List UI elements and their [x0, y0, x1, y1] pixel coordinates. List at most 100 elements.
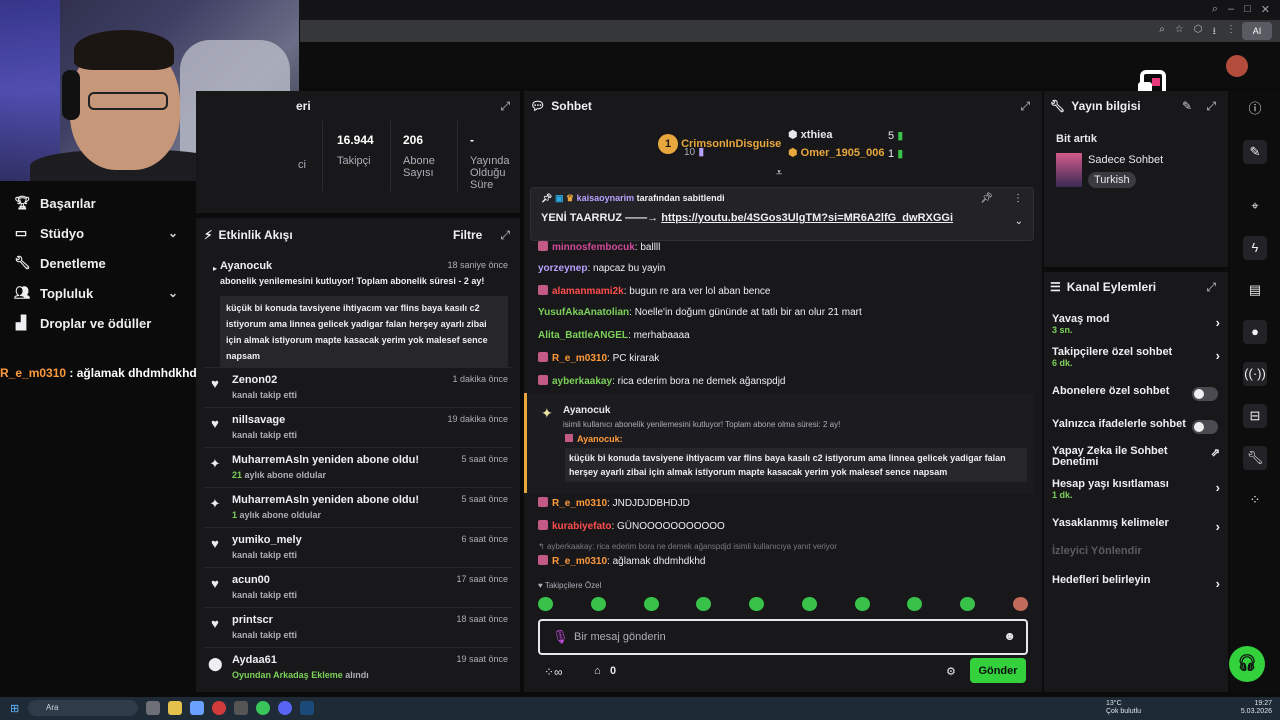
lightning-icon[interactable]: ϟ: [1243, 236, 1267, 260]
sidebar-item-moderation[interactable]: 🔧︎ Denetleme: [0, 248, 196, 278]
leaderboard-third[interactable]: ⬢ Omer_1905_006: [788, 146, 884, 159]
chat-message[interactable]: R_e_m0310: PC kirarak: [538, 352, 659, 364]
goals-row[interactable]: Hedefleri belirleyin ›: [1052, 574, 1222, 591]
weather-widget[interactable]: 13°C Çok bulutlu: [1106, 700, 1141, 716]
expand-icon[interactable]: ⤢: [1020, 99, 1030, 114]
emote[interactable]: [696, 597, 712, 611]
address-bar[interactable]: [300, 20, 1280, 42]
layout-icon[interactable]: ⊟: [1243, 404, 1267, 428]
microphone-icon[interactable]: 🎙︎: [552, 629, 569, 645]
pinned-link[interactable]: https://youtu.be/4SGos3UlgTM?si=MR6A2lfG…: [661, 212, 953, 224]
emote[interactable]: [590, 597, 606, 611]
activity-item[interactable]: ▸ Ayanocuk 18 saniye önce abonelik yenil…: [204, 256, 512, 368]
info-icon[interactable]: ⓘ: [1243, 97, 1267, 121]
chat-icon[interactable]: ●: [1243, 320, 1267, 344]
chevron-down-icon[interactable]: ⌄: [168, 226, 178, 240]
activity-item[interactable]: ♥ yumiko_mely 6 saat önce kanalı takip e…: [204, 530, 512, 568]
emote-only-row[interactable]: Yalnızca ifadelerle sohbet: [1052, 418, 1222, 434]
taskbar-clock[interactable]: 19:27 5.03.2026: [1241, 700, 1272, 716]
windows-icon[interactable]: ⊞: [10, 702, 19, 715]
discord-icon[interactable]: [278, 701, 292, 715]
leaderboard-second[interactable]: ⬢ xthiea: [788, 128, 832, 141]
unpin-icon[interactable]: 📌︎: [980, 193, 993, 204]
gear-icon[interactable]: ⚙: [946, 665, 956, 678]
chat-message[interactable]: yorzeynep: napcaz bu yayin: [538, 263, 665, 274]
chat-message[interactable]: Alita_BattleANGEL: merhabaaaa: [538, 330, 690, 341]
chat-message[interactable]: kurabiyefato: GÜNOOOOOOOOOOO: [538, 520, 725, 532]
channel-points-icon[interactable]: ⁘∞: [544, 665, 563, 679]
zoom-icon[interactable]: ⌕: [1159, 24, 1165, 41]
activity-item[interactable]: ♥ acun00 17 saat önce kanalı takip etti: [204, 570, 512, 608]
more-icon[interactable]: ⋮: [1013, 193, 1023, 204]
wrench-icon[interactable]: 🔧︎: [1243, 446, 1267, 470]
folder-icon[interactable]: [168, 701, 182, 715]
slow-mode-row[interactable]: Yavaş mod 3 sn. ›: [1052, 313, 1222, 335]
leaderboard-first[interactable]: 1 CrimsonInDisguise: [658, 134, 781, 154]
chat-message[interactable]: minnosfembocuk: ballll: [538, 241, 660, 253]
chat-input[interactable]: [574, 627, 994, 647]
emote[interactable]: [643, 597, 659, 611]
obs-icon[interactable]: [234, 701, 248, 715]
browser-window-controls[interactable]: ⌕ – □ ✕: [1212, 3, 1270, 16]
banned-words-row[interactable]: Yasaklanmış kelimeler ›: [1052, 517, 1222, 534]
steam-icon[interactable]: [300, 701, 314, 715]
edit-icon[interactable]: ✎: [1182, 99, 1192, 113]
chat-input-box[interactable]: 🎙︎ ☻: [538, 619, 1028, 655]
search-icon[interactable]: ⌕: [1212, 3, 1218, 16]
spotify-icon[interactable]: [256, 701, 270, 715]
emote[interactable]: [538, 597, 553, 611]
chevron-down-icon[interactable]: ⩡: [776, 167, 782, 180]
emote-only-toggle[interactable]: [1192, 420, 1218, 434]
chat-message[interactable]: ayberkaakay: rica ederim bora ne demek a…: [538, 375, 786, 387]
opera-icon[interactable]: [212, 701, 226, 715]
activity-item[interactable]: ♥ printscr 18 saat önce kanalı takip ett…: [204, 610, 512, 648]
language-tag[interactable]: Turkish: [1088, 172, 1136, 188]
sidebar-item-community[interactable]: 👥︎ Topluluk ⌄: [0, 278, 196, 308]
store-icon[interactable]: ⌂: [594, 665, 601, 677]
category-name[interactable]: Sadece Sohbet: [1088, 154, 1163, 166]
emote[interactable]: [960, 597, 976, 611]
menu-icon[interactable]: ⋮: [1226, 24, 1236, 41]
emote[interactable]: [854, 597, 870, 611]
expand-icon[interactable]: ⤢: [500, 99, 510, 114]
dots-icon[interactable]: ⁘: [1243, 488, 1267, 512]
emote[interactable]: [1012, 597, 1028, 611]
user-avatar[interactable]: [1226, 55, 1248, 77]
task-view-icon[interactable]: [146, 701, 160, 715]
chevron-down-icon[interactable]: ⌄: [168, 286, 178, 300]
emote[interactable]: [907, 597, 923, 611]
activity-item[interactable]: ✦ MuharremAsln yeniden abone oldu! 5 saa…: [204, 490, 512, 528]
star-icon[interactable]: ☆: [1175, 24, 1184, 41]
chevron-down-icon[interactable]: ⌄: [1015, 216, 1023, 227]
broadcast-icon[interactable]: ((·)): [1243, 362, 1267, 386]
help-button[interactable]: 🎧︎: [1229, 646, 1265, 682]
expand-icon[interactable]: ⤢: [1206, 280, 1216, 295]
chat-message[interactable]: R_e_m0310: ağlamak dhdmhdkhd: [538, 555, 705, 567]
emoji-icon[interactable]: ☻: [1003, 629, 1016, 643]
activity-item[interactable]: ♥ nillsavage 19 dakika önce kanalı takip…: [204, 410, 512, 448]
sidebar-item-studio[interactable]: ▭ Stüdyo ⌄: [0, 218, 196, 248]
pinned-message[interactable]: 📌︎ ▣ ♛ kaisaoynarim tarafından sabitlend…: [530, 187, 1034, 241]
taskbar-search[interactable]: Ara: [28, 700, 138, 716]
sidebar-item-achievements[interactable]: 🏆︎ Başarılar: [0, 188, 196, 218]
pencil-icon[interactable]: ✎: [1243, 140, 1267, 164]
subscribers-only-row[interactable]: Abonelere özel sohbet: [1052, 385, 1222, 401]
ai-moderation-row[interactable]: Yapay Zeka ile Sohbet Denetimi ⇗: [1052, 446, 1220, 468]
sidebar-item-drops[interactable]: ▟ Droplar ve ödüller: [0, 308, 196, 338]
ai-button[interactable]: AI: [1242, 22, 1272, 40]
maximize-icon[interactable]: □: [1244, 3, 1251, 16]
emote[interactable]: [801, 597, 817, 611]
filter-button[interactable]: Filtre: [453, 228, 482, 242]
activity-item[interactable]: ♥ Zenon02 1 dakika önce kanalı takip ett…: [204, 370, 512, 408]
expand-icon[interactable]: ⤢: [500, 228, 510, 243]
activity-item[interactable]: ⬤ Aydaa61 19 saat önce Oyundan Arkadaş E…: [204, 650, 512, 688]
target-icon[interactable]: ⌖: [1243, 194, 1267, 218]
chat-message[interactable]: alamanmami2k: bugun re ara ver lol aban …: [538, 285, 771, 297]
settings-icon[interactable]: [190, 701, 204, 715]
document-icon[interactable]: ▤: [1243, 278, 1267, 302]
chat-message[interactable]: YusufAkaAnatolian: Noelle'in doğum günün…: [538, 307, 862, 318]
subscription-highlight[interactable]: ✦ Ayanocuk isimli kullanıcı abonelik yen…: [524, 393, 1034, 493]
emote[interactable]: [749, 597, 765, 611]
activity-item[interactable]: ✦ MuharremAsln yeniden abone oldu! 5 saa…: [204, 450, 512, 488]
download-icon[interactable]: ⭳: [1213, 24, 1217, 41]
